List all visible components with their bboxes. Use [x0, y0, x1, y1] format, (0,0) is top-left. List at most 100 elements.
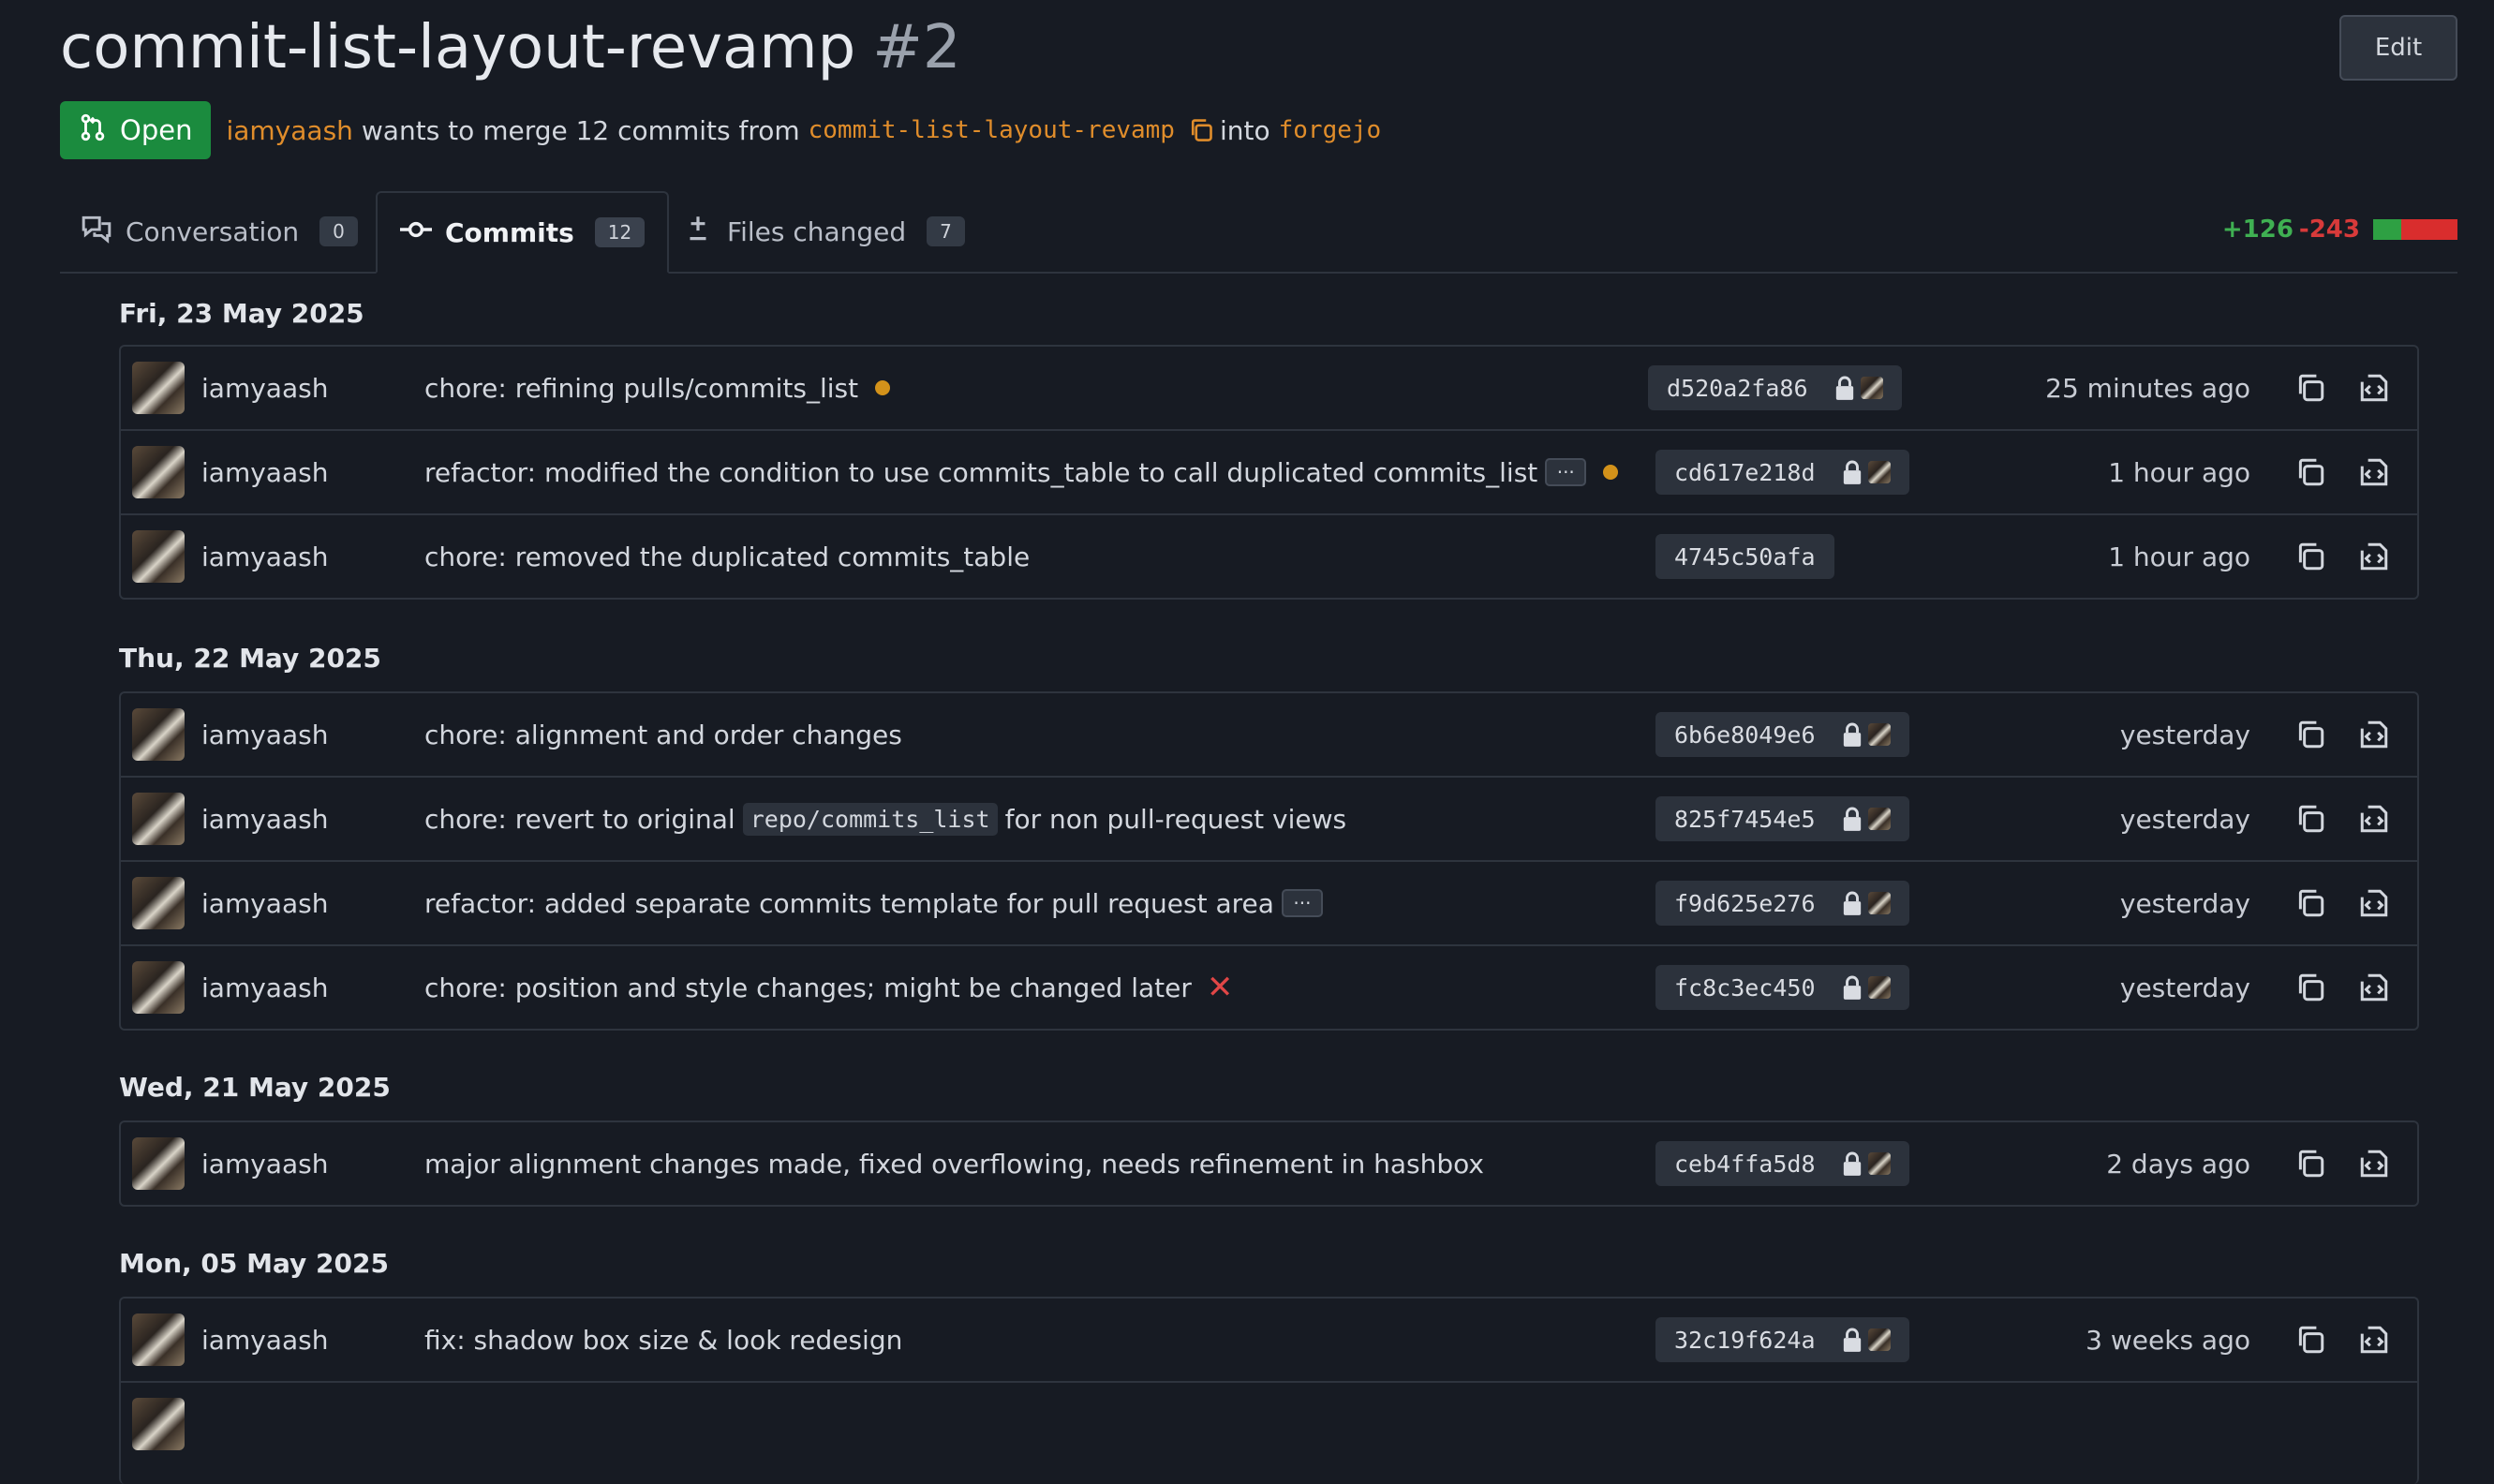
- browse-code-icon[interactable]: [2355, 1145, 2393, 1182]
- commit-message[interactable]: chore: position and style changes; might…: [424, 946, 1233, 1029]
- avatar[interactable]: [132, 1398, 185, 1450]
- tab-label: Conversation: [126, 215, 300, 247]
- browse-code-icon[interactable]: [2355, 969, 2393, 1006]
- commit-message[interactable]: fix: shadow box size & look redesign: [424, 1298, 902, 1381]
- commit-sha-button[interactable]: ceb4ffa5d8: [1655, 1141, 1909, 1186]
- avatar[interactable]: [132, 708, 185, 761]
- copy-icon[interactable]: [2292, 716, 2329, 753]
- avatar[interactable]: [132, 793, 185, 845]
- copy-branch-icon[interactable]: [1188, 117, 1214, 143]
- browse-code-icon[interactable]: [2355, 884, 2393, 922]
- expand-message-button[interactable]: ···: [1545, 458, 1587, 486]
- commit-message[interactable]: refactor: modified the condition to use …: [424, 431, 1619, 513]
- signer-avatar: [1867, 723, 1891, 746]
- pending-status-icon[interactable]: [1603, 465, 1619, 480]
- lock-icon: [1843, 1151, 1861, 1176]
- avatar[interactable]: [132, 961, 185, 1014]
- signer-avatar: [1867, 1328, 1891, 1351]
- commit-author[interactable]: iamyaash: [201, 693, 328, 776]
- pending-status-icon[interactable]: [875, 380, 891, 395]
- commit-author[interactable]: iamyaash: [201, 1298, 328, 1381]
- copy-icon[interactable]: [2292, 538, 2329, 575]
- comment-icon: [81, 213, 126, 251]
- commit-sha-button[interactable]: f9d625e276: [1655, 881, 1909, 926]
- commit-author[interactable]: iamyaash: [201, 347, 328, 429]
- commit-message[interactable]: chore: revert to original repo/commits_li…: [424, 778, 1346, 860]
- signer-avatar: [1867, 892, 1891, 914]
- lock-icon: [1843, 722, 1861, 747]
- copy-icon[interactable]: [2292, 1321, 2329, 1358]
- commit-row: iamyaash refactor: modified the conditio…: [121, 431, 2417, 515]
- commit-row: iamyaash chore: refining pulls/commits_l…: [121, 347, 2417, 431]
- group-date: Thu, 22 May 2025: [119, 643, 381, 674]
- commit-message[interactable]: chore: refining pulls/commits_list: [424, 347, 891, 429]
- commit-sha-button[interactable]: 4745c50afa: [1655, 534, 1834, 579]
- lock-icon: [1843, 891, 1861, 915]
- browse-code-icon[interactable]: [2355, 369, 2393, 407]
- pr-number: #2: [872, 13, 961, 82]
- commit-sha-button[interactable]: cd617e218d: [1655, 450, 1909, 495]
- pr-title-text: commit-list-layout-revamp #2: [60, 13, 961, 82]
- commit-author[interactable]: iamyaash: [201, 431, 328, 513]
- head-branch-link[interactable]: commit-list-layout-revamp: [809, 116, 1175, 144]
- deletions-count: -243: [2298, 215, 2360, 244]
- expand-message-button[interactable]: ···: [1281, 889, 1323, 917]
- avatar[interactable]: [132, 1313, 185, 1366]
- avatar[interactable]: [132, 877, 185, 929]
- commit-time: yesterday: [2119, 887, 2250, 919]
- browse-code-icon[interactable]: [2355, 716, 2393, 753]
- commit-sha-button[interactable]: d520a2fa86: [1648, 365, 1902, 410]
- commit-icon: [400, 214, 445, 252]
- commit-author[interactable]: iamyaash: [201, 946, 328, 1029]
- pr-tabs: Conversation 0 Commits 12 Files changed …: [60, 191, 2457, 274]
- base-branch-link[interactable]: forgejo: [1279, 116, 1382, 144]
- commit-author[interactable]: iamyaash: [201, 778, 328, 860]
- commit-author[interactable]: iamyaash: [201, 515, 328, 598]
- commit-row: iamyaash fix: shadow box size & look red…: [121, 1298, 2417, 1383]
- tab-files-changed[interactable]: Files changed 7: [682, 191, 965, 272]
- commit-message[interactable]: chore: removed the duplicated commits_ta…: [424, 515, 1030, 598]
- avatar[interactable]: [132, 362, 185, 414]
- browse-code-icon[interactable]: [2355, 1321, 2393, 1358]
- author-link[interactable]: iamyaash: [226, 115, 352, 146]
- tab-count: 7: [927, 216, 965, 246]
- copy-icon[interactable]: [2292, 969, 2329, 1006]
- diff-icon: [682, 213, 727, 251]
- tab-label: Files changed: [727, 215, 907, 247]
- lock-icon: [1835, 376, 1853, 400]
- browse-code-icon[interactable]: [2355, 538, 2393, 575]
- copy-icon[interactable]: [2292, 884, 2329, 922]
- browse-code-icon[interactable]: [2355, 800, 2393, 838]
- copy-icon[interactable]: [2292, 453, 2329, 491]
- avatar[interactable]: [132, 446, 185, 498]
- commit-message[interactable]: major alignment changes made, fixed over…: [424, 1122, 1484, 1205]
- copy-icon[interactable]: [2292, 1145, 2329, 1182]
- commit-author[interactable]: iamyaash: [201, 862, 328, 944]
- commit-message[interactable]: refactor: added separate commits templat…: [424, 862, 1323, 944]
- commit-sha-button[interactable]: fc8c3ec450: [1655, 965, 1909, 1010]
- pr-meta: Open iamyaash wants to merge 12 commits …: [60, 101, 1381, 159]
- pull-request-icon: [79, 113, 107, 148]
- signer-avatar: [1867, 976, 1891, 999]
- additions-count: +126: [2221, 215, 2294, 244]
- tab-conversation[interactable]: Conversation 0: [81, 191, 358, 272]
- commit-sha-button[interactable]: 6b6e8049e6: [1655, 712, 1909, 757]
- tab-commits[interactable]: Commits 12: [376, 191, 670, 274]
- tab-count: 12: [594, 217, 646, 247]
- browse-code-icon[interactable]: [2355, 453, 2393, 491]
- avatar[interactable]: [132, 1137, 185, 1190]
- avatar[interactable]: [132, 530, 185, 583]
- failed-status-icon[interactable]: ✕: [1207, 969, 1234, 1006]
- commit-sha-button[interactable]: 32c19f624a: [1655, 1317, 1909, 1362]
- edit-button[interactable]: Edit: [2339, 15, 2457, 81]
- commit-author[interactable]: iamyaash: [201, 1122, 328, 1205]
- commit-sha-button[interactable]: 825f7454e5: [1655, 796, 1909, 841]
- merge-text: wants to merge 12 commits from: [361, 114, 800, 146]
- commit-message[interactable]: chore: alignment and order changes: [424, 693, 902, 776]
- copy-icon[interactable]: [2292, 369, 2329, 407]
- commit-time: yesterday: [2119, 803, 2250, 835]
- copy-icon[interactable]: [2292, 800, 2329, 838]
- lock-icon: [1843, 1328, 1861, 1352]
- group-date: Wed, 21 May 2025: [119, 1072, 391, 1103]
- signer-avatar: [1867, 1152, 1891, 1175]
